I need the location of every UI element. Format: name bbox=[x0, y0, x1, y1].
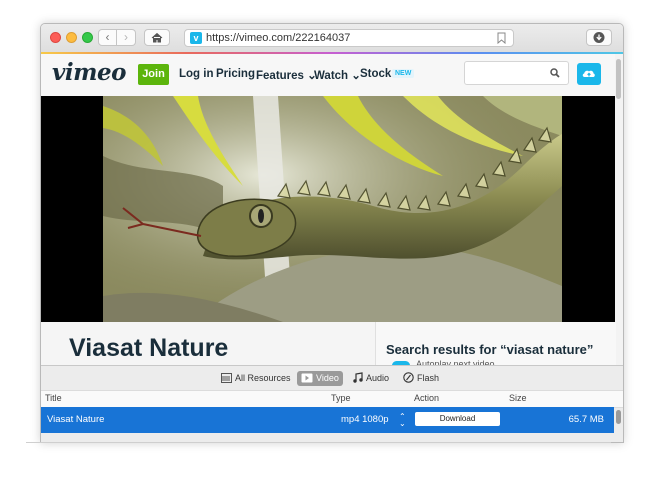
tab-video[interactable]: Video bbox=[297, 371, 343, 386]
close-window-button[interactable] bbox=[50, 32, 61, 43]
bookmark-icon[interactable] bbox=[497, 32, 506, 44]
music-note-icon bbox=[353, 372, 363, 383]
all-resources-icon bbox=[221, 373, 232, 383]
home-icon bbox=[151, 32, 163, 43]
vimeo-header: vimeo Join Log in Pricing Features ⌄ Wat… bbox=[41, 54, 615, 96]
column-size[interactable]: Size bbox=[509, 393, 527, 403]
join-button[interactable]: Join bbox=[138, 64, 169, 85]
download-circle-icon bbox=[593, 32, 605, 43]
table-header: Title Type Action Size bbox=[41, 390, 623, 408]
browser-window: ‹ › v https://vimeo.com/222164037 vimeo … bbox=[40, 23, 624, 443]
video-title: Viasat Nature bbox=[69, 334, 229, 362]
column-title[interactable]: Title bbox=[45, 393, 62, 403]
resource-tabs: All Resources Video Audio Flash bbox=[41, 366, 623, 390]
forward-button[interactable]: › bbox=[117, 29, 136, 46]
url-text: https://vimeo.com/222164037 bbox=[206, 32, 351, 44]
type-selector-icon[interactable]: ⌃ ⌄ bbox=[399, 413, 406, 428]
nav-log-in[interactable]: Log in bbox=[179, 68, 214, 80]
chevron-left-icon: ‹ bbox=[105, 30, 110, 44]
flash-icon bbox=[403, 372, 414, 383]
video-icon bbox=[301, 373, 313, 383]
zoom-window-button[interactable] bbox=[82, 32, 93, 43]
window-shadow-line bbox=[26, 442, 611, 443]
row-title: Viasat Nature bbox=[47, 414, 105, 425]
related-sidebar: Search results for “viasat nature” Autop… bbox=[375, 322, 616, 370]
snake-video-still bbox=[103, 96, 562, 322]
downloads-button[interactable] bbox=[586, 29, 612, 46]
row-type: mp4 1080p bbox=[341, 414, 389, 425]
nav-features[interactable]: Features ⌄ bbox=[256, 68, 317, 82]
home-button[interactable] bbox=[144, 29, 170, 46]
browser-toolbar: ‹ › v https://vimeo.com/222164037 bbox=[41, 24, 623, 53]
tab-audio-label: Audio bbox=[366, 373, 390, 383]
table-row[interactable]: Viasat Nature mp4 1080p ⌃ ⌄ Download 65.7… bbox=[41, 407, 614, 433]
chevron-right-icon: › bbox=[124, 30, 128, 44]
tab-audio[interactable]: Audio bbox=[353, 371, 389, 386]
page-scroll-thumb[interactable] bbox=[616, 59, 621, 99]
vimeo-favicon-icon: v bbox=[190, 32, 202, 44]
new-badge: NEW bbox=[392, 69, 415, 78]
back-button[interactable]: ‹ bbox=[98, 29, 117, 46]
page-scrollbar[interactable] bbox=[615, 54, 623, 366]
row-size: 65.7 MB bbox=[568, 414, 604, 425]
vimeo-logo[interactable]: vimeo bbox=[52, 59, 126, 86]
panel-scroll-thumb[interactable] bbox=[616, 410, 621, 424]
nav-watch[interactable]: Watch ⌄ bbox=[314, 68, 361, 82]
column-action[interactable]: Action bbox=[414, 393, 439, 403]
address-bar[interactable]: v https://vimeo.com/222164037 bbox=[184, 29, 514, 47]
minimize-window-button[interactable] bbox=[66, 32, 77, 43]
column-type[interactable]: Type bbox=[331, 393, 351, 403]
tab-flash[interactable]: Flash bbox=[403, 371, 439, 386]
nav-pricing[interactable]: Pricing bbox=[216, 68, 255, 80]
video-player[interactable] bbox=[41, 96, 615, 322]
video-info-area: Viasat Nature Search results for “viasat… bbox=[41, 322, 616, 370]
search-icon[interactable] bbox=[550, 68, 560, 78]
download-helper-panel: All Resources Video Audio Flash Title Ty… bbox=[41, 365, 623, 442]
tab-all-resources[interactable]: All Resources bbox=[221, 371, 291, 386]
search-results-heading: Search results for “viasat nature” bbox=[386, 342, 594, 357]
tab-flash-label: Flash bbox=[417, 373, 440, 383]
tab-video-label: Video bbox=[316, 373, 339, 383]
vimeo-search-input[interactable] bbox=[464, 61, 569, 85]
tab-all-resources-label: All Resources bbox=[235, 373, 291, 383]
download-button[interactable]: Download bbox=[415, 412, 500, 426]
upload-button[interactable] bbox=[577, 63, 601, 85]
cloud-upload-icon bbox=[582, 70, 595, 77]
video-frame[interactable] bbox=[103, 96, 562, 322]
nav-stock[interactable]: Stock bbox=[360, 68, 391, 80]
